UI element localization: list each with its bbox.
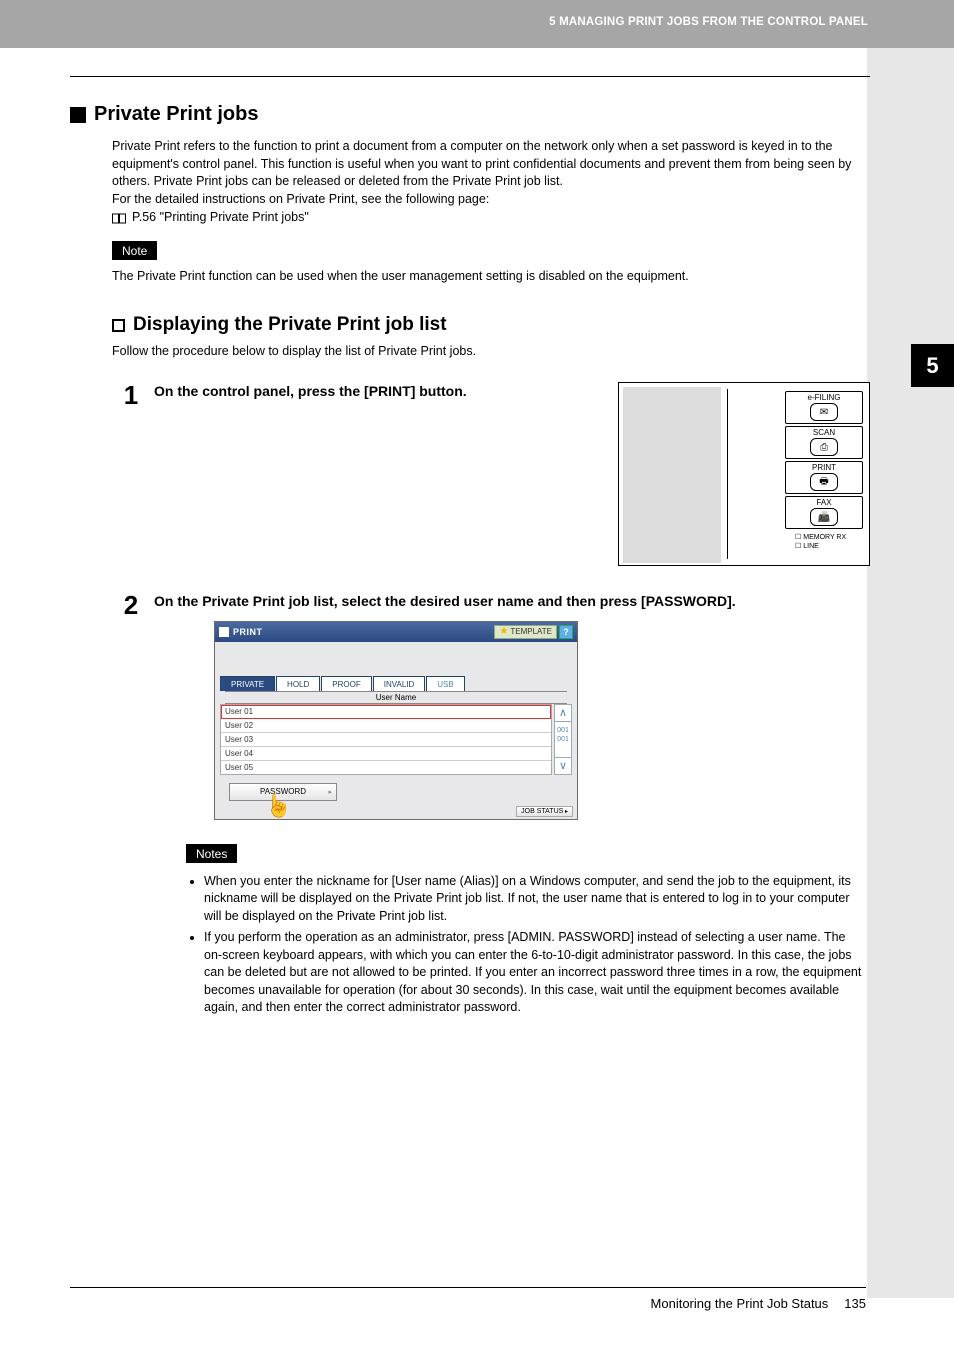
rule-top [70, 76, 870, 77]
control-panel-illustration: e-FILING ✉ SCAN ⎙ PRINT 🖶 FAX 📠 MEMORY R… [618, 382, 870, 566]
tab-usb[interactable]: USB [426, 676, 464, 691]
subsection-bullet-icon [112, 319, 125, 332]
tab-invalid[interactable]: INVALID [373, 676, 426, 691]
tab-private[interactable]: PRIVATE [220, 676, 275, 691]
section-body: Private Print refers to the function to … [112, 138, 870, 227]
column-header-username: User Name [225, 691, 567, 704]
tab-proof[interactable]: PROOF [321, 676, 371, 691]
panel-label-scan: SCAN [786, 428, 862, 437]
note-text: The Private Print function can be used w… [112, 268, 870, 285]
page-number: 135 [844, 1296, 866, 1311]
notes-label: Notes [186, 844, 237, 863]
print-icon: 🖶 [810, 473, 838, 491]
user-row[interactable]: User 03 [221, 733, 551, 747]
panel-btn-efiling: e-FILING ✉ [785, 391, 863, 424]
fax-icon: 📠 [810, 508, 838, 526]
panel-label-fax: FAX [786, 498, 862, 507]
scroll-up-button[interactable]: ∧ [554, 704, 572, 722]
panel-label-print: PRINT [786, 463, 862, 472]
scroll-down-button[interactable]: ∨ [554, 757, 572, 775]
panel-btn-fax: FAX 📠 [785, 496, 863, 529]
note-item: If you perform the operation as an admin… [204, 929, 862, 1017]
page-indicator: 001 001 [554, 722, 572, 757]
running-header: 5 MANAGING PRINT JOBS FROM THE CONTROL P… [549, 16, 868, 28]
note-label: Note [112, 241, 157, 260]
step-number-2: 2 [122, 592, 140, 819]
subsection-title: Displaying the Private Print job list [133, 314, 447, 336]
user-row[interactable]: User 05 [221, 761, 551, 774]
footer-text: Monitoring the Print Job Status [651, 1296, 829, 1311]
right-margin-strip [867, 48, 954, 1298]
template-button[interactable]: ★TEMPLATE [494, 625, 557, 639]
user-row[interactable]: User 01 [221, 705, 551, 719]
star-icon: ★ [499, 627, 508, 637]
indicator-memory-rx: MEMORY RX [795, 534, 846, 541]
user-list: User 01 User 02 User 03 User 04 User 05 [220, 704, 552, 775]
indicator-line: LINE [795, 543, 819, 550]
section-title: Private Print jobs [94, 103, 259, 126]
xref-link[interactable]: P.56 "Printing Private Print jobs" [132, 209, 309, 227]
note-item: When you enter the nickname for [User na… [204, 873, 862, 926]
chapter-tab: 5 [911, 344, 954, 387]
section-para-2: For the detailed instructions on Private… [112, 191, 870, 209]
notes-list: When you enter the nickname for [User na… [204, 873, 870, 1017]
scan-icon: ⎙ [810, 438, 838, 456]
step-number-1: 1 [122, 382, 140, 582]
user-row[interactable]: User 02 [221, 719, 551, 733]
job-status-button[interactable]: JOB STATUS [516, 806, 573, 817]
user-row[interactable]: User 04 [221, 747, 551, 761]
subsection-text: Follow the procedure below to display th… [112, 344, 870, 358]
print-screen-mockup: PRINT ★TEMPLATE ? PRIVATE HOLD PROOF INV… [214, 621, 578, 820]
section-bullet-icon [70, 107, 86, 123]
rule-bottom [70, 1287, 866, 1288]
panel-label-efiling: e-FILING [786, 393, 862, 402]
panel-indicators: MEMORY RX LINE [785, 534, 863, 552]
section-para-1: Private Print refers to the function to … [112, 138, 870, 191]
panel-btn-print: PRINT 🖶 [785, 461, 863, 494]
panel-btn-scan: SCAN ⎙ [785, 426, 863, 459]
book-icon [112, 212, 126, 223]
step-2-text: On the Private Print job list, select th… [154, 592, 870, 610]
template-button-label: TEMPLATE [510, 627, 552, 636]
help-button[interactable]: ? [559, 625, 573, 639]
printer-icon [219, 627, 229, 637]
efiling-icon: ✉ [810, 403, 838, 421]
screen-title: PRINT [233, 627, 263, 637]
pointing-hand-icon: ☝ [265, 793, 292, 819]
tab-hold[interactable]: HOLD [276, 676, 320, 691]
